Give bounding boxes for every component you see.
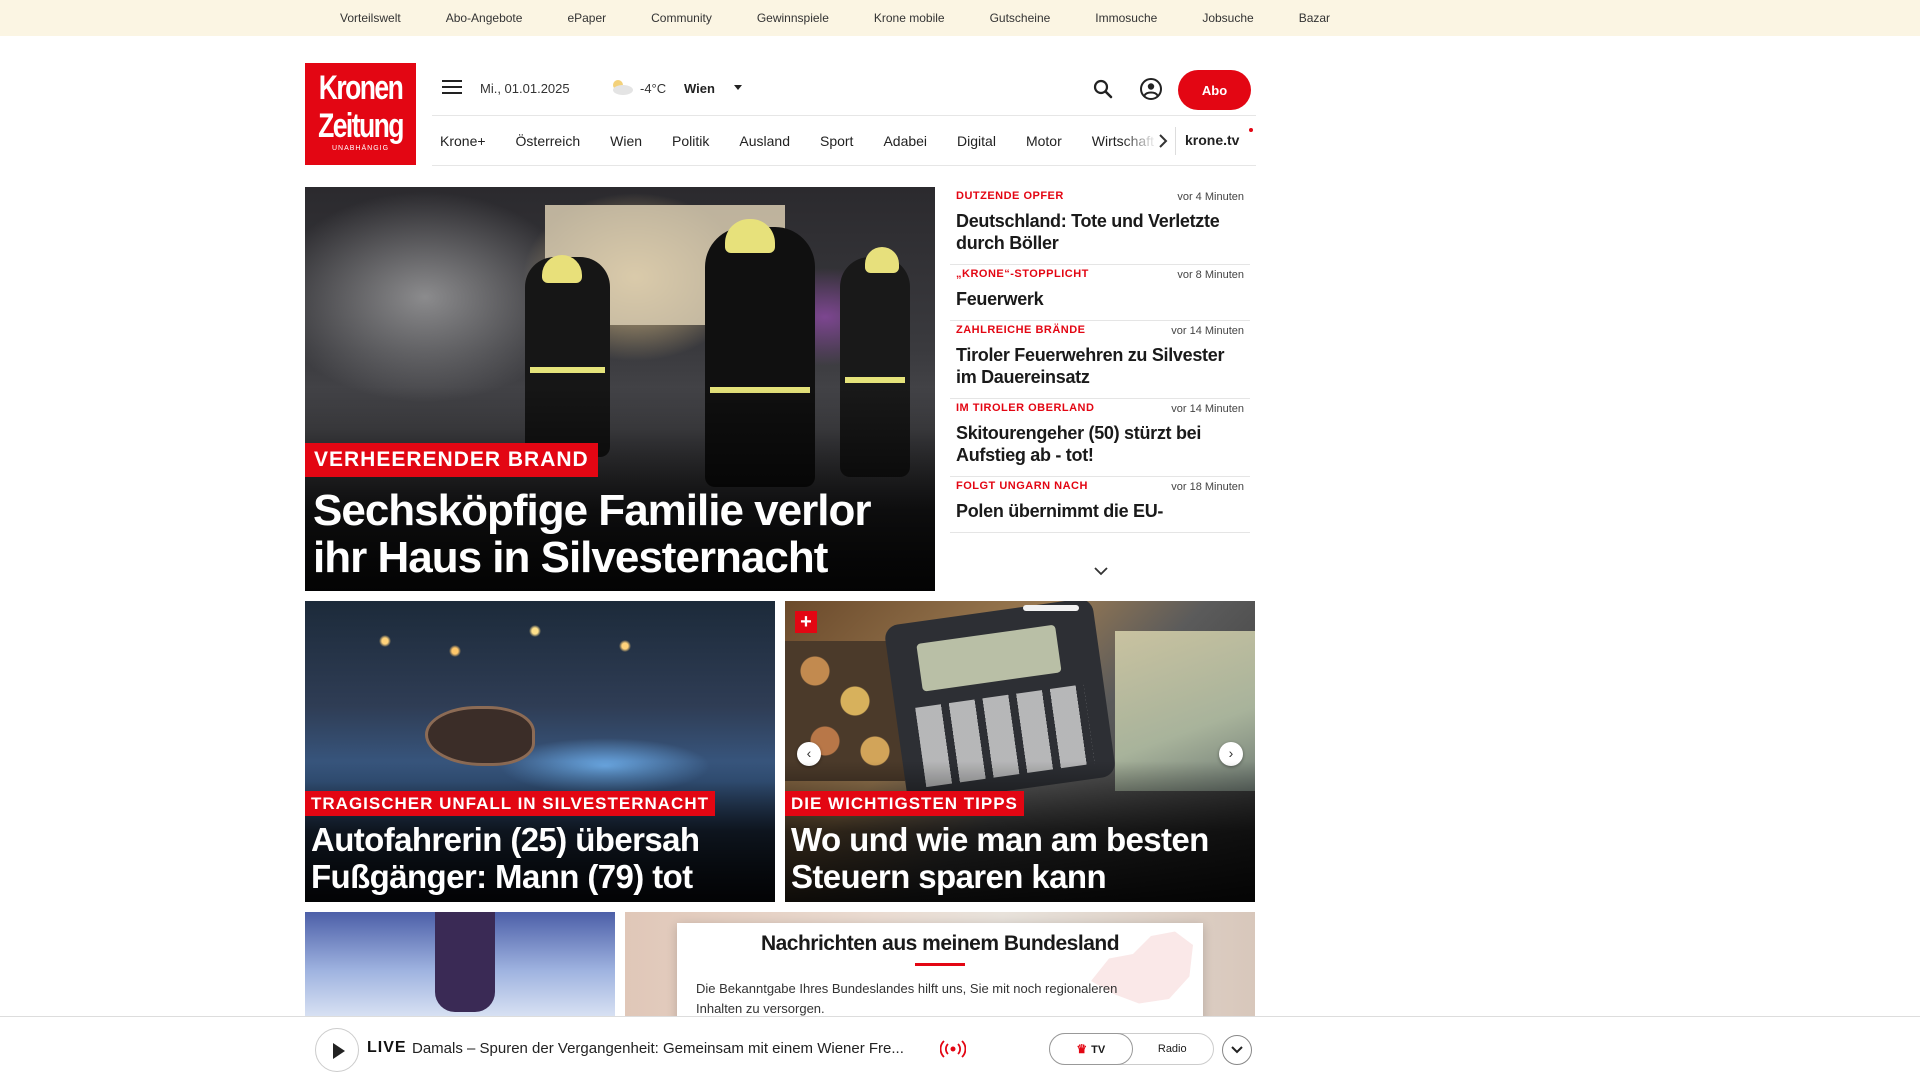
list-item-title[interactable]: Skitourengeher (50) stürzt bei Aufstieg …	[956, 422, 1244, 476]
list-item-time: vor 18 Minuten	[1171, 481, 1244, 493]
user-account-icon[interactable]	[1139, 77, 1163, 101]
nav-item-wien[interactable]: Wien	[610, 133, 642, 149]
live-label: LIVE	[367, 1039, 407, 1056]
radio-toggle-option[interactable]: Radio	[1132, 1034, 1214, 1064]
city-selector[interactable]: Wien	[684, 81, 715, 96]
list-item-title[interactable]: Deutschland: Tote und Verletzte durch Bö…	[956, 210, 1244, 264]
chevron-right-icon[interactable]	[1154, 131, 1172, 151]
hero-headline[interactable]: Sechsköpfige Familie verlor ihr Haus in …	[313, 487, 913, 581]
dialog-title: Nachrichten aus meinem Bundesland	[760, 932, 1120, 955]
card-kicker: DIE WICHTIGSTEN TIPPS	[785, 791, 1024, 816]
hamburger-menu-icon[interactable]	[442, 80, 462, 96]
chevron-down-icon	[1231, 1046, 1243, 1054]
temperature: -4°C	[640, 81, 667, 96]
latest-news-list: DUTZENDE OPFER vor 4 Minuten Deutschland…	[950, 187, 1250, 597]
broadcast-icon	[940, 1040, 966, 1058]
list-item[interactable]: FOLGT UNGARN NACH vor 18 Minuten Polen ü…	[950, 477, 1250, 533]
hero-image-reflective-stripe	[845, 377, 905, 383]
list-item-title[interactable]: Polen übernimmt die EU-	[956, 500, 1244, 532]
live-program-title[interactable]: Damals – Spuren der Vergangenheit: Gemei…	[412, 1040, 928, 1057]
list-item-title[interactable]: Feuerwerk	[956, 288, 1244, 320]
utility-link-bazar[interactable]: Bazar	[1299, 11, 1330, 25]
crown-icon: ♛	[1076, 1042, 1088, 1056]
list-item[interactable]: „KRONE“-STOPPLICHT vor 8 Minuten Feuerwe…	[950, 265, 1250, 321]
logo-line-1: Kronen	[318, 69, 404, 107]
utility-link-abo-angebote[interactable]: Abo-Angebote	[446, 11, 523, 25]
hero-image-helmet	[865, 247, 899, 273]
live-dot-icon	[1249, 128, 1253, 132]
chevron-down-icon[interactable]	[1093, 565, 1109, 577]
hero-kicker: VERHEERENDER BRAND	[305, 443, 598, 477]
hero-image-reflective-stripe	[530, 367, 605, 373]
list-item-time: vor 14 Minuten	[1171, 403, 1244, 415]
current-date: Mi., 01.01.2025	[480, 81, 570, 96]
utility-link-jobsuche[interactable]: Jobsuche	[1202, 11, 1253, 25]
abo-button[interactable]: Abo	[1178, 70, 1251, 110]
nav-item-politik[interactable]: Politik	[672, 133, 709, 149]
kronen-zeitung-logo[interactable]: Kronen Zeitung UNABHÄNGIG	[305, 63, 416, 165]
card-kicker: TRAGISCHER UNFALL IN SILVESTERNACHT	[305, 791, 715, 816]
list-item[interactable]: DUTZENDE OPFER vor 4 Minuten Deutschland…	[950, 187, 1250, 265]
utility-link-community[interactable]: Community	[651, 11, 712, 25]
story-card-accident[interactable]: TRAGISCHER UNFALL IN SILVESTERNACHT Auto…	[305, 601, 775, 902]
play-icon	[333, 1043, 345, 1059]
utility-link-krone-mobile[interactable]: Krone mobile	[874, 11, 945, 25]
utility-link-gewinnspiele[interactable]: Gewinnspiele	[757, 11, 829, 25]
krone-plus-badge: +	[795, 611, 817, 633]
nav-item-digital[interactable]: Digital	[957, 133, 996, 149]
nav-item-adabei[interactable]: Adabei	[883, 133, 927, 149]
main-navigation: Krone+ Österreich Wien Politik Ausland S…	[432, 117, 1256, 166]
logo-tagline: UNABHÄNGIG	[331, 145, 390, 152]
calculator-screen	[916, 624, 1062, 692]
nav-item-oesterreich[interactable]: Österreich	[516, 133, 581, 149]
nav-item-krone-tv[interactable]: krone.tv	[1185, 132, 1239, 148]
search-icon[interactable]	[1092, 78, 1114, 100]
card-headline[interactable]: Autofahrerin (25) übersah Fußgänger: Man…	[311, 821, 761, 895]
card-headline[interactable]: Wo und wie man am besten Steuern sparen …	[791, 821, 1241, 895]
dialog-text: Die Bekanntgabe Ihres Bundeslandes hilft…	[696, 981, 1118, 1016]
hero-story[interactable]: VERHEERENDER BRAND Sechsköpfige Familie …	[305, 187, 935, 591]
teaser-image-skier	[435, 912, 495, 1012]
tv-label: TV	[1091, 1044, 1106, 1056]
list-item-time: vor 14 Minuten	[1171, 325, 1244, 337]
list-item-time: vor 4 Minuten	[1177, 191, 1244, 203]
nav-divider	[1175, 127, 1176, 155]
partly-cloudy-icon	[613, 80, 633, 95]
caret-down-icon[interactable]	[734, 85, 742, 90]
list-item-time: vor 8 Minuten	[1177, 269, 1244, 281]
logo-line-2: Zeitung	[318, 107, 404, 145]
player-expand-button[interactable]	[1222, 1035, 1252, 1065]
nav-items: Krone+ Österreich Wien Politik Ausland S…	[440, 117, 1172, 165]
story-card-tax-tips[interactable]: + ‹ › DIE WICHTIGSTEN TIPPS Wo und wie m…	[785, 601, 1255, 902]
list-item[interactable]: IM TIROLER OBERLAND vor 14 Minuten Skito…	[950, 399, 1250, 477]
nav-item-motor[interactable]: Motor	[1026, 133, 1062, 149]
top-utility-bar: Vorteilswelt Abo-Angebote ePaper Communi…	[0, 0, 1920, 36]
list-item[interactable]: ZAHLREICHE BRÄNDE vor 14 Minuten Tiroler…	[950, 321, 1250, 399]
utility-link-vorteilswelt[interactable]: Vorteilswelt	[340, 11, 401, 25]
card-image-car-mirror	[425, 706, 535, 766]
tv-toggle-option[interactable]: ♛ TV	[1049, 1033, 1133, 1065]
utility-links: Vorteilswelt Abo-Angebote ePaper Communi…	[340, 0, 1375, 36]
nav-item-ausland[interactable]: Ausland	[739, 133, 790, 149]
header-row: Mi., 01.01.2025 -4°C Wien Abo	[432, 62, 1256, 116]
live-player-bar: LIVE Damals – Spuren der Vergangenheit: …	[0, 1016, 1920, 1080]
list-item-title[interactable]: Tiroler Feuerwehren zu Silvester im Daue…	[956, 344, 1244, 398]
utility-link-epaper[interactable]: ePaper	[567, 11, 606, 25]
play-button[interactable]	[315, 1028, 359, 1072]
nav-item-sport[interactable]: Sport	[820, 133, 853, 149]
utility-link-gutscheine[interactable]: Gutscheine	[990, 11, 1051, 25]
card-image-street-lights	[365, 621, 685, 681]
tv-radio-toggle: ♛ TV Radio	[1049, 1033, 1214, 1065]
title-underline	[915, 963, 965, 966]
carousel-indicator	[1023, 605, 1079, 611]
nav-item-krone-plus[interactable]: Krone+	[440, 133, 486, 149]
utility-link-immosuche[interactable]: Immosuche	[1095, 11, 1157, 25]
